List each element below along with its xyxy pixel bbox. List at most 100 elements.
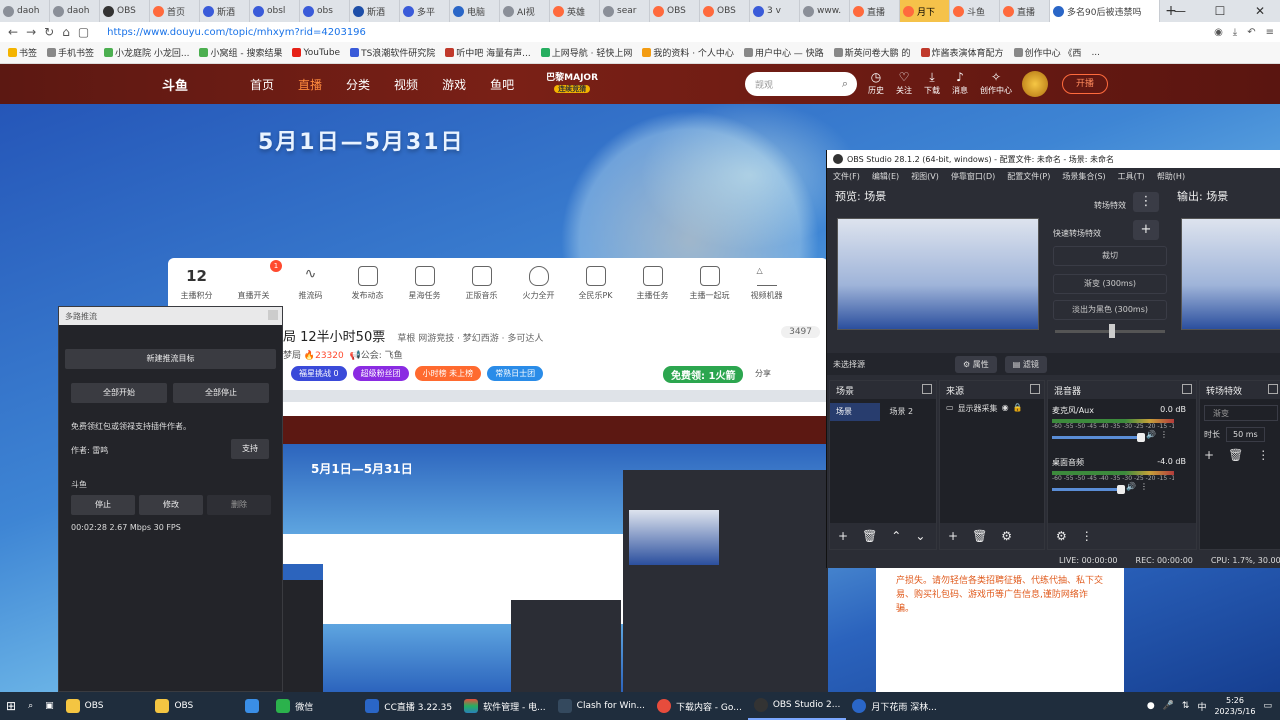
- more-icon[interactable]: ⋮: [1140, 482, 1148, 491]
- download-button[interactable]: ⤓ 下载: [924, 70, 940, 96]
- arrow-down-icon[interactable]: ⌄: [915, 529, 925, 543]
- bookmark-more[interactable]: ...: [1091, 48, 1100, 58]
- download-icon[interactable]: ⤓: [1233, 27, 1237, 38]
- stop-all-button[interactable]: 全部停止: [173, 383, 269, 403]
- anchor-fire[interactable]: 火力全开: [510, 266, 567, 301]
- transition-select[interactable]: 渐变: [1204, 405, 1278, 421]
- menu-scene-collection[interactable]: 场景集合(S): [1062, 171, 1105, 182]
- menu-tools[interactable]: 工具(T): [1118, 171, 1145, 182]
- browser-tab[interactable]: 直播: [850, 0, 900, 22]
- source-item[interactable]: ▭ 显示器采集 ◉ 🔒: [940, 399, 1044, 418]
- bookmark-item[interactable]: 小龙庭院 小龙回...: [104, 46, 189, 59]
- browser-tab[interactable]: 3 v: [750, 0, 800, 22]
- add-icon[interactable]: +: [1133, 220, 1159, 240]
- more-icon[interactable]: ⋮: [1257, 448, 1269, 462]
- nav-video[interactable]: 视频: [394, 76, 418, 93]
- taskbar-app[interactable]: Clash for Win...: [552, 692, 651, 720]
- browser-tab[interactable]: daoh: [50, 0, 100, 22]
- browser-tab-active[interactable]: 月下: [900, 0, 950, 22]
- undock-icon[interactable]: [1182, 384, 1192, 394]
- volume-slider[interactable]: [1052, 484, 1125, 494]
- taskbar-app[interactable]: 软件管理 - 电...: [458, 692, 552, 720]
- volume-slider[interactable]: [1052, 432, 1145, 442]
- bookmark-item[interactable]: 上网导航 · 轻快上网: [540, 46, 632, 59]
- avatar[interactable]: [1022, 71, 1048, 97]
- menu-help[interactable]: 帮助(H): [1157, 171, 1185, 182]
- close-icon[interactable]: ✕: [1240, 0, 1280, 22]
- browser-tab[interactable]: 斗鱼: [950, 0, 1000, 22]
- stop-button[interactable]: 停止: [71, 495, 135, 515]
- program-canvas[interactable]: [1181, 218, 1280, 330]
- ime-indicator[interactable]: 中: [1197, 700, 1206, 713]
- new-target-button[interactable]: 新建推流目标: [65, 349, 276, 369]
- notification-icon[interactable]: ▭: [1263, 701, 1272, 711]
- trash-icon[interactable]: 🗑: [862, 529, 877, 543]
- share-button[interactable]: 分享: [755, 368, 771, 379]
- gear-icon[interactable]: ⚙: [1056, 529, 1067, 543]
- browser-tab[interactable]: 多名90后被违禁吗: [1050, 0, 1160, 22]
- tag-challenge[interactable]: 福星挑战 0: [291, 366, 347, 381]
- menu-file[interactable]: 文件(F): [833, 171, 860, 182]
- eye-icon[interactable]: ◉: [1002, 403, 1009, 414]
- tag-hour-rank[interactable]: 小时榜 未上榜: [414, 366, 482, 381]
- transition-slider[interactable]: [1055, 324, 1165, 338]
- menu-profile[interactable]: 配置文件(P): [1007, 171, 1050, 182]
- anchor-play-together[interactable]: 主播一起玩: [681, 266, 738, 301]
- browser-tab[interactable]: sear: [600, 0, 650, 22]
- undo-icon[interactable]: ↶: [1247, 27, 1255, 38]
- slider-thumb[interactable]: [1109, 324, 1115, 338]
- filters-button[interactable]: ▤ 滤镜: [1004, 355, 1047, 373]
- add-icon[interactable]: +: [838, 529, 848, 543]
- anchor-task[interactable]: 主播任务: [624, 266, 681, 301]
- taskbar-app[interactable]: CC直播 3.22.35: [359, 692, 458, 720]
- anchor-video-robot[interactable]: △ 视频机器: [738, 266, 795, 301]
- forward-icon[interactable]: →: [26, 25, 36, 39]
- taskbar-app[interactable]: 月下花雨 深林...: [846, 692, 942, 720]
- taskbar-app[interactable]: 下载内容 - Go...: [651, 692, 748, 720]
- search-input[interactable]: 觊观 ⌕: [745, 72, 857, 96]
- gear-icon[interactable]: ⚙: [1001, 529, 1012, 543]
- qt-fade-black-select[interactable]: 淡出为黑色 (300ms): [1053, 300, 1167, 320]
- search-button[interactable]: ⌕: [22, 692, 39, 720]
- tray-app-icon[interactable]: ●: [1147, 701, 1155, 711]
- anchor-pk[interactable]: 全民乐PK: [567, 266, 624, 301]
- close-icon[interactable]: [268, 310, 278, 320]
- bookmark-item[interactable]: 炸酱表演体育配方: [920, 46, 1004, 59]
- browser-tab[interactable]: OBS: [700, 0, 750, 22]
- bookmark-item[interactable]: 书签: [8, 46, 37, 59]
- browser-tab[interactable]: 斯酒: [200, 0, 250, 22]
- start-button[interactable]: ⊞: [0, 692, 22, 720]
- anchor-post[interactable]: 发布动态: [339, 266, 396, 301]
- speaker-icon[interactable]: 🔊: [1126, 482, 1136, 491]
- more-icon[interactable]: ⋮: [1160, 430, 1168, 439]
- anchor-star-task[interactable]: 星海任务: [396, 266, 453, 301]
- bookmark-item[interactable]: 小窝组 - 搜索结果: [199, 46, 282, 59]
- trash-icon[interactable]: 🗑: [972, 529, 987, 543]
- major-banner[interactable]: 巴黎MAJOR 连续竞猜: [542, 73, 602, 95]
- menu-view[interactable]: 视图(V): [911, 171, 939, 182]
- bookmark-item[interactable]: 创作中心 《西: [1013, 46, 1081, 59]
- tag-group[interactable]: 常熟日士团: [487, 366, 544, 381]
- clock[interactable]: 5:26 2023/5/16: [1214, 695, 1255, 717]
- anchor-music[interactable]: 正版音乐: [453, 266, 510, 301]
- taskbar-app[interactable]: 微信: [270, 692, 319, 720]
- taskbar-app-active[interactable]: OBS Studio 2...: [747, 692, 847, 720]
- microphone-icon[interactable]: 🎤: [1163, 701, 1174, 711]
- tag-fans[interactable]: 超级粉丝团: [352, 366, 409, 381]
- speaker-icon[interactable]: 🔊: [1146, 430, 1156, 439]
- undock-icon[interactable]: [1268, 384, 1278, 394]
- menu-edit[interactable]: 编辑(E): [872, 171, 899, 182]
- home-icon[interactable]: ⌂: [62, 25, 70, 39]
- slider-thumb[interactable]: [1137, 432, 1145, 442]
- slider-thumb[interactable]: [1117, 484, 1125, 494]
- browser-tab[interactable]: www.: [800, 0, 850, 22]
- browser-tab[interactable]: 电脑: [450, 0, 500, 22]
- follow-button[interactable]: ♡ 关注: [896, 70, 912, 96]
- back-icon[interactable]: ←: [8, 25, 18, 39]
- browser-tab[interactable]: 多平: [400, 0, 450, 22]
- browser-tab[interactable]: OBS: [650, 0, 700, 22]
- minimize-icon[interactable]: —: [1160, 0, 1200, 22]
- browser-tab[interactable]: obs: [300, 0, 350, 22]
- nav-category[interactable]: 分类: [346, 76, 370, 93]
- duration-input[interactable]: 50 ms: [1226, 427, 1265, 442]
